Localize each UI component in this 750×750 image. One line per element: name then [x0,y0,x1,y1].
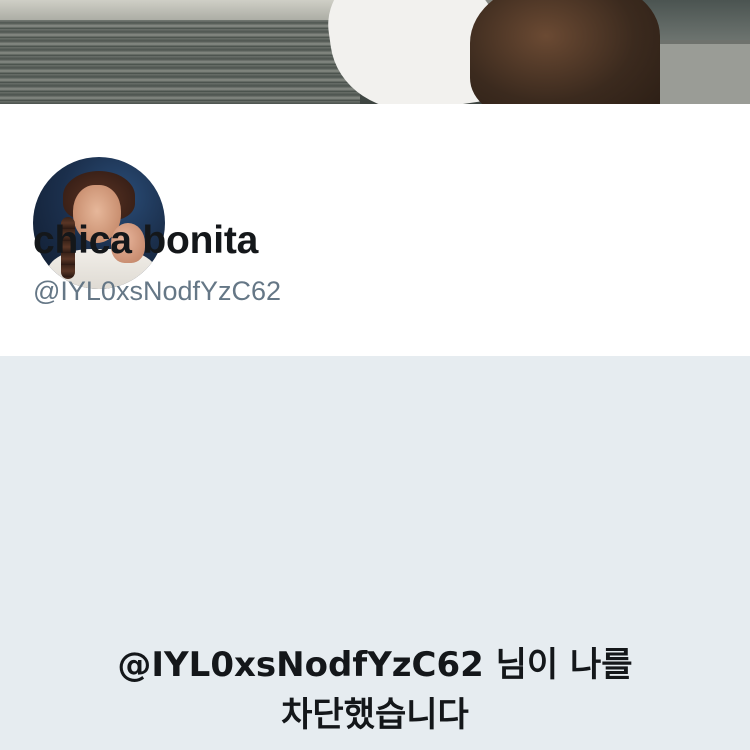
banner-hair [470,0,660,104]
profile-header: chica bonita @IYL0xsNodfYzC62 [0,104,750,356]
display-name: chica bonita [33,219,259,262]
blocked-message-line-2: 차단했습니다 [281,695,469,735]
blocked-notice-area: @IYL0xsNodfYzC62 님이 나를 차단했습니다 [0,356,750,750]
banner-step [655,40,750,104]
profile-handle: @IYL0xsNodfYzC62 [33,276,282,306]
banner-sky [0,0,340,22]
profile-banner-image[interactable] [0,0,750,104]
banner-water [0,20,360,104]
blocked-message: @IYL0xsNodfYzC62 님이 나를 차단했습니다 [0,640,750,740]
blocked-message-line-1: @IYL0xsNodfYzC62 님이 나를 [117,645,633,685]
